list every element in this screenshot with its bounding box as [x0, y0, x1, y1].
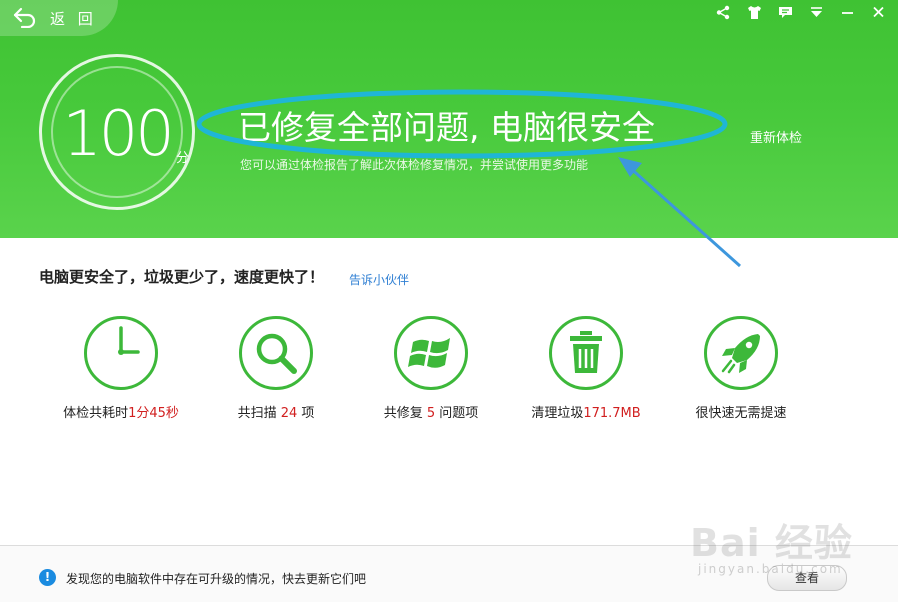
recheck-link[interactable]: 重新体检 [750, 127, 802, 146]
score-unit: 分 [176, 151, 190, 166]
stat-scanned: 共扫描 24 项 [196, 314, 356, 421]
menu-icon[interactable] [807, 4, 826, 21]
stat-junk-cleaned: 清理垃圾171.7MB [506, 314, 666, 421]
rocket-icon [702, 314, 780, 392]
stat-label: 共修复 5 问题项 [383, 406, 479, 421]
result-header: 返 回 100 分 已修复全部问题, 电脑很安全 您可以通过体检报告了解此次体检… [0, 0, 898, 238]
score-value: 100 [62, 97, 174, 170]
result-headline: 已修复全部问题, 电脑很安全 [238, 108, 655, 147]
back-button[interactable]: 返 回 [0, 0, 118, 36]
stat-label: 共扫描 24 项 [237, 406, 315, 421]
stat-check-time: 体检共耗时1分45秒 [41, 314, 201, 421]
stat-value: 5 [426, 406, 436, 421]
footer-bar: ! 发现您的电脑软件中存在可升级的情况，快去更新它们吧 查看 [0, 545, 898, 602]
windows-logo-icon [392, 314, 470, 392]
score-ring: 100 [39, 54, 195, 210]
stat-value: 1分45秒 [128, 406, 179, 421]
summary-text: 电脑更安全了，垃圾更少了，速度更快了！ [39, 268, 325, 286]
stat-label: 很快速无需提速 [695, 406, 787, 421]
window-controls [714, 4, 888, 21]
back-arrow-icon [13, 7, 36, 28]
stat-speed: 很快速无需提速 [661, 314, 821, 421]
stat-label: 清理垃圾171.7MB [531, 406, 641, 421]
stat-value: 171.7MB [583, 406, 641, 421]
stat-value: 24 [280, 406, 298, 421]
info-icon: ! [39, 569, 56, 586]
close-icon[interactable] [869, 4, 888, 21]
trash-icon [547, 314, 625, 392]
back-label: 返 回 [50, 10, 97, 28]
tell-friends-link[interactable]: 告诉小伙伴 [349, 271, 409, 288]
result-subline: 您可以通过体检报告了解此次体检修复情况，并尝试使用更多功能 [240, 158, 589, 172]
magnifier-icon [237, 314, 315, 392]
stat-label: 体检共耗时1分45秒 [63, 406, 179, 421]
view-button[interactable]: 查看 [767, 565, 847, 591]
tshirt-skin-icon[interactable] [745, 4, 764, 21]
clock-icon [82, 314, 160, 392]
minimize-icon[interactable] [838, 4, 857, 21]
share-icon[interactable] [714, 4, 733, 21]
stat-repaired: 共修复 5 问题项 [351, 314, 511, 421]
feedback-icon[interactable] [776, 4, 795, 21]
footer-message: 发现您的电脑软件中存在可升级的情况，快去更新它们吧 [66, 572, 367, 586]
